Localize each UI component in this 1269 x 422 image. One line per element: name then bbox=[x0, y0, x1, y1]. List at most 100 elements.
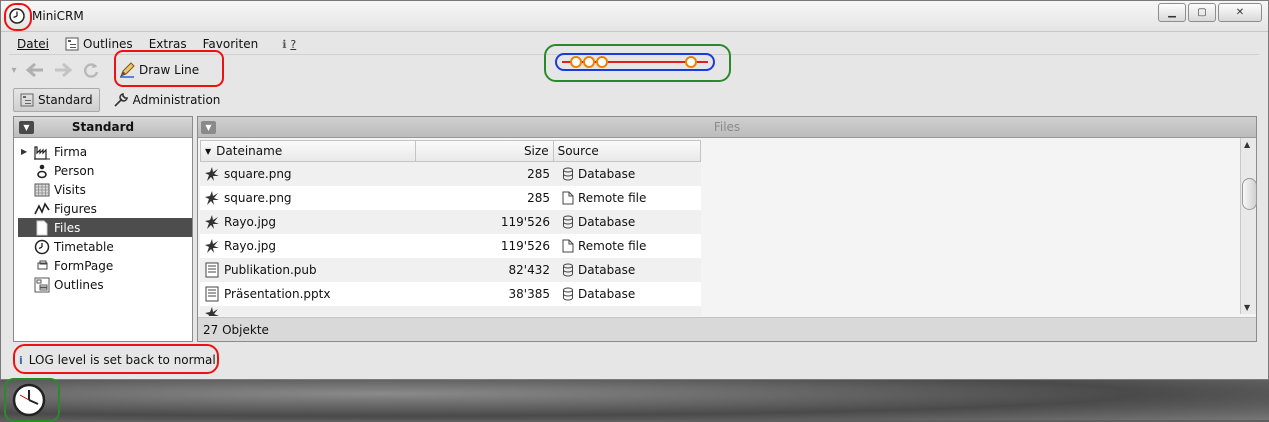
row-count-label: 27 Objekte bbox=[203, 322, 269, 337]
image-file-icon bbox=[205, 191, 219, 205]
refresh-icon[interactable] bbox=[79, 59, 103, 81]
line-chart-icon bbox=[34, 201, 50, 214]
menu-datei-label: Datei bbox=[17, 37, 50, 51]
table-row[interactable]: Rayo.jpg 119'526 Remote file bbox=[200, 234, 701, 258]
outline-tree: ▶ Firma Person Visits Figures Files Time… bbox=[14, 138, 192, 294]
cell-size: 285 bbox=[527, 167, 550, 181]
taskbar-clock-icon[interactable] bbox=[6, 381, 52, 417]
tree-item-formpage[interactable]: FormPage bbox=[14, 256, 192, 275]
database-icon bbox=[563, 167, 573, 181]
document-file-icon bbox=[205, 286, 219, 302]
annotation-draw-line-highlight bbox=[114, 50, 224, 87]
cell-filename: square.png bbox=[224, 167, 292, 181]
scroll-down-icon[interactable]: ▼ bbox=[1244, 303, 1250, 312]
cell-source: Database bbox=[578, 215, 636, 229]
files-table: ▼ Dateiname Size Source square.png 285 D… bbox=[200, 140, 701, 316]
view-standard-button[interactable]: Standard bbox=[13, 88, 100, 112]
line-node[interactable] bbox=[570, 56, 582, 68]
tree-item-timetable[interactable]: Timetable bbox=[14, 237, 192, 256]
menu-outlines-label: Outlines bbox=[83, 37, 133, 51]
cell-filename: square.png bbox=[224, 191, 292, 205]
expand-arrow-icon[interactable]: ▶ bbox=[21, 147, 27, 156]
forward-arrow-icon[interactable] bbox=[51, 59, 75, 81]
tree-item-figures[interactable]: Figures bbox=[14, 199, 192, 218]
column-header-source[interactable]: Source bbox=[554, 141, 700, 161]
cell-source: Database bbox=[578, 287, 636, 301]
tree-item-visits[interactable]: Visits bbox=[14, 180, 192, 199]
remote-file-icon bbox=[562, 239, 574, 253]
table-header: ▼ Dateiname Size Source bbox=[200, 140, 701, 162]
cell-size: 285 bbox=[527, 191, 550, 205]
outline-icon bbox=[20, 93, 34, 107]
scroll-up-icon[interactable]: ▲ bbox=[1244, 140, 1250, 149]
back-arrow-icon[interactable] bbox=[23, 59, 47, 81]
tree-item-label: FormPage bbox=[54, 258, 114, 273]
files-panel: ▼ Files ▼ Dateiname Size Source square.p… bbox=[197, 116, 1257, 342]
column-header-size[interactable]: Size bbox=[416, 141, 554, 161]
history-dropdown-icon[interactable]: ▾ bbox=[9, 59, 19, 81]
outline-icon bbox=[34, 277, 50, 292]
view-administration-button[interactable]: Administration bbox=[106, 88, 228, 112]
cell-filename: Publikation.pub bbox=[224, 263, 317, 277]
person-icon bbox=[37, 164, 47, 178]
annotation-app-icon-highlight bbox=[4, 3, 32, 31]
view-switcher: Standard Administration bbox=[13, 88, 227, 112]
maximize-button[interactable]: ▢ bbox=[1188, 3, 1216, 22]
tree-item-label: Files bbox=[54, 220, 81, 235]
vertical-scrollbar[interactable]: ▲ ▼ bbox=[1240, 138, 1257, 314]
column-label: Size bbox=[523, 144, 549, 158]
sort-desc-icon: ▼ bbox=[205, 146, 212, 156]
table-row[interactable]: square.png 285 Remote file bbox=[200, 186, 701, 210]
tree-item-label: Outlines bbox=[54, 277, 104, 292]
drawn-line-figure bbox=[555, 53, 715, 71]
window-title: MiniCRM bbox=[32, 9, 84, 23]
tree-item-firma[interactable]: ▶ Firma bbox=[14, 142, 192, 161]
cell-filename: Rayo.jpg bbox=[224, 239, 277, 253]
table-footer: 27 Objekte bbox=[198, 317, 1256, 341]
file-icon bbox=[36, 220, 48, 235]
wrench-icon bbox=[114, 93, 128, 107]
cell-source: Remote file bbox=[578, 239, 647, 253]
menu-datei[interactable]: Datei bbox=[9, 34, 57, 54]
view-standard-label: Standard bbox=[38, 93, 93, 107]
outline-panel-header: ▼ Standard bbox=[14, 117, 192, 138]
line-node[interactable] bbox=[583, 56, 595, 68]
line-node[interactable] bbox=[685, 56, 697, 68]
cell-filename: Rayo.jpg bbox=[224, 215, 277, 229]
tree-item-outlines[interactable]: Outlines bbox=[14, 275, 192, 294]
image-file-icon bbox=[205, 307, 219, 316]
table-row[interactable]: Präsentation.pptx 38'385 Database bbox=[200, 282, 701, 306]
cell-source: Database bbox=[578, 263, 636, 277]
table-row[interactable]: square.png 285 Database bbox=[200, 162, 701, 186]
scrollbar-thumb[interactable] bbox=[1242, 178, 1257, 210]
database-icon bbox=[563, 215, 573, 229]
tree-item-label: Firma bbox=[54, 144, 88, 159]
document-file-icon bbox=[205, 262, 219, 278]
title-bar: MiniCRM ▁ ▢ ✕ bbox=[1, 1, 1268, 32]
tree-item-label: Timetable bbox=[54, 239, 114, 254]
table-row-partial[interactable] bbox=[200, 306, 701, 316]
column-label: Source bbox=[557, 144, 599, 158]
database-icon bbox=[563, 263, 573, 277]
table-row[interactable]: Rayo.jpg 119'526 Database bbox=[200, 210, 701, 234]
tree-item-label: Visits bbox=[54, 182, 86, 197]
image-file-icon bbox=[205, 167, 219, 181]
factory-icon bbox=[34, 145, 50, 160]
tree-item-label: Figures bbox=[54, 201, 97, 216]
annotation-status-highlight bbox=[13, 344, 219, 374]
minimize-button[interactable]: ▁ bbox=[1158, 3, 1186, 22]
close-button[interactable]: ✕ bbox=[1218, 3, 1262, 22]
desktop-background bbox=[0, 376, 1269, 420]
form-icon bbox=[37, 260, 48, 269]
tree-item-files[interactable]: Files bbox=[18, 218, 192, 237]
info-icon: ℹ bbox=[282, 37, 287, 51]
tree-item-person[interactable]: Person bbox=[14, 161, 192, 180]
files-panel-header: ▼ Files bbox=[198, 117, 1256, 138]
column-header-dateiname[interactable]: ▼ Dateiname bbox=[201, 141, 417, 161]
line-node[interactable] bbox=[596, 56, 608, 68]
table-row[interactable]: Publikation.pub 82'432 Database bbox=[200, 258, 701, 282]
outline-panel-title: Standard bbox=[71, 120, 135, 134]
menu-help[interactable]: ℹ ? bbox=[274, 34, 304, 54]
column-label: Dateiname bbox=[216, 144, 283, 158]
calendar-grid-icon bbox=[34, 183, 50, 196]
